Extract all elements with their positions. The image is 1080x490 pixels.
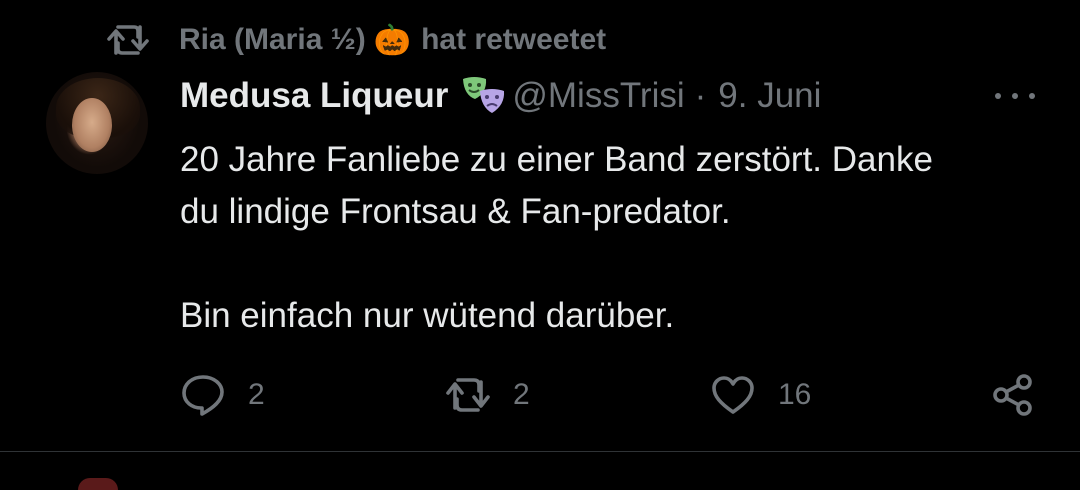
retweeter-name[interactable]: Ria (Maria ½)	[179, 23, 366, 57]
retweet-icon	[107, 25, 149, 55]
heart-icon	[712, 376, 754, 414]
avatar-face	[72, 98, 112, 152]
retweet-count: 2	[513, 378, 530, 411]
reply-button[interactable]: 2	[180, 365, 265, 425]
reply-bubble-icon	[182, 375, 224, 416]
header-separator: ·	[694, 76, 707, 115]
tweet-divider	[0, 451, 1080, 452]
more-dot	[1012, 93, 1018, 99]
retweet-context: Ria (Maria ½) 🎃 hat retweetet	[107, 20, 606, 60]
more-dot	[1029, 93, 1035, 99]
like-button[interactable]: 16	[710, 365, 811, 425]
tweet-header: Medusa Liqueur @MissTrisi · 9. Juni	[180, 73, 821, 119]
next-tweet-avatar[interactable]	[78, 478, 118, 490]
tweet-date[interactable]: 9. Juni	[718, 76, 821, 116]
author-name[interactable]: Medusa Liqueur	[180, 76, 448, 116]
share-button[interactable]	[990, 365, 1036, 425]
tweet-text: 20 Jahre Fanliebe zu einer Band zerstört…	[180, 140, 933, 335]
more-dots-icon[interactable]	[995, 86, 1035, 106]
like-count: 16	[778, 378, 812, 411]
reply-count: 2	[248, 378, 265, 411]
retweet-icon	[446, 378, 490, 412]
more-dot	[995, 93, 1001, 99]
retweet-action-label: hat retweetet	[421, 23, 607, 56]
tweet-actions: 2 2 16	[0, 365, 1080, 425]
pumpkin-emoji: 🎃	[373, 23, 412, 57]
share-icon	[993, 374, 1032, 416]
performing-arts-masks-icon	[463, 77, 505, 113]
author-handle[interactable]: @MissTrisi	[512, 76, 684, 116]
avatar[interactable]	[46, 72, 148, 174]
retweet-button[interactable]: 2	[445, 365, 530, 425]
